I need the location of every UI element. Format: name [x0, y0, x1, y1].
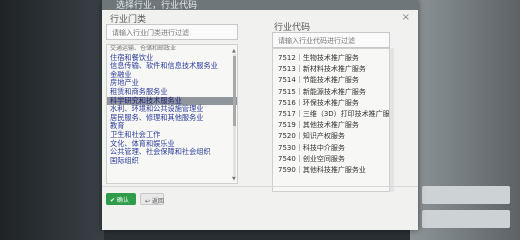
- code-item[interactable]: 7513｜新材料技术推广服务: [273, 64, 389, 75]
- back-button[interactable]: ↩ 返回: [140, 193, 164, 205]
- category-item[interactable]: 居民服务、修理和其他服务业: [107, 113, 237, 123]
- code-item[interactable]: 7530｜科技中介服务: [273, 143, 389, 154]
- modal-title: 选择行业，行业代码: [116, 1, 198, 11]
- code-list: 7512｜生物技术推广服务 7513｜新材料技术推广服务 7514｜节能技术推广服务…: [272, 48, 390, 192]
- modal-header: 选择行业，行业代码: [102, 0, 418, 11]
- background-field: [422, 186, 510, 204]
- background-right: [410, 0, 520, 240]
- code-scrollbar[interactable]: [390, 48, 394, 192]
- close-icon[interactable]: ×: [402, 12, 410, 23]
- category-item[interactable]: 国际组织: [107, 156, 237, 166]
- category-search-input[interactable]: 请输入行业门类进行过滤: [106, 24, 238, 40]
- code-search-input[interactable]: 请输入行业代码进行过滤: [272, 32, 390, 48]
- code-item[interactable]: 7540｜创业空间服务: [273, 154, 389, 165]
- confirm-button[interactable]: ✔ 确认: [106, 193, 136, 205]
- background-left: [0, 0, 104, 240]
- code-item[interactable]: 7517｜三维（3D）打印技术推广服务: [273, 109, 389, 120]
- code-item[interactable]: 7512｜生物技术推广服务: [273, 53, 389, 64]
- background-field: [422, 210, 510, 228]
- code-item[interactable]: 7590｜其他科技推广服务业: [273, 165, 389, 176]
- industry-select-modal: 选择行业，行业代码 × 行业门类 请输入行业门类进行过滤 行业代码 请输入行业代…: [102, 0, 418, 230]
- scroll-down-icon[interactable]: ▼: [232, 176, 236, 182]
- scroll-thumb[interactable]: [233, 56, 236, 126]
- code-item[interactable]: 7515｜新能源技术推广服务: [273, 87, 389, 98]
- code-item[interactable]: 7519｜其他技术推广服务: [273, 120, 389, 131]
- code-item[interactable]: 7516｜环保技术推广服务: [273, 98, 389, 109]
- code-item[interactable]: 7514｜节能技术推广服务: [273, 75, 389, 86]
- footer-divider: [102, 186, 418, 187]
- category-list: 交通运输、仓储和邮政业 住宿和餐饮业 信息传输、软件和信息技术服务业 金融业 房地产业租…: [106, 44, 238, 184]
- code-item[interactable]: 7520｜知识产权服务: [273, 131, 389, 142]
- category-scrollbar[interactable]: ▲ ▼: [232, 48, 237, 182]
